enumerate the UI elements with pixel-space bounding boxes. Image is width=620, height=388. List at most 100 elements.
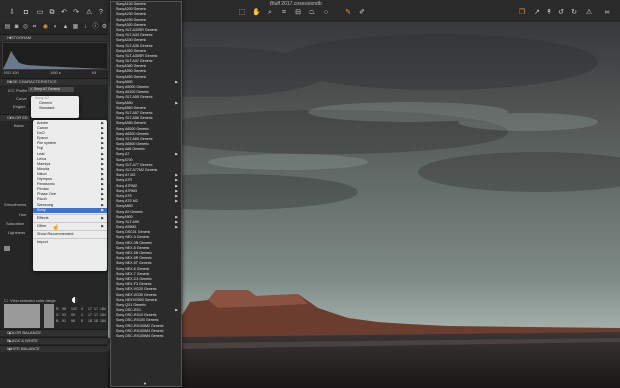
readout-value: 18 — [94, 319, 98, 323]
sony-model-label: SonyA700 — [116, 157, 133, 162]
copy-icon[interactable]: ⧉ — [48, 9, 56, 17]
output-tab-icon[interactable]: ↓ — [82, 24, 89, 31]
import-item[interactable]: Import — [33, 240, 107, 245]
undo-icon[interactable]: ↶ — [60, 9, 68, 17]
icc-profile-select[interactable]: ✓ Sony A7 Generic — [28, 87, 74, 92]
sony-model-label: Sony NEX-F3 Generic — [116, 282, 152, 287]
sony-model-label: SonyA330 Generic — [116, 38, 147, 43]
sony-model-label: Sony NEX-6 Generic — [116, 266, 150, 271]
folder-icon[interactable]: ▭ — [36, 9, 44, 17]
readout-value: 17 — [88, 313, 92, 317]
rotate-right-icon[interactable]: ↻ — [570, 9, 578, 17]
sony-model-label: SonyA850 — [116, 204, 133, 209]
sony-model-label: Sony DSC-RX100M3 Generic — [116, 328, 164, 333]
brush-tool-icon[interactable]: ✎ — [344, 9, 352, 17]
r-label: R: — [56, 307, 60, 311]
readout-value: 102 — [71, 307, 77, 311]
shutter-readout: 1/60 s — [50, 70, 61, 75]
contrast-icon[interactable] — [72, 297, 78, 303]
submenu-arrow-icon: ▶ — [101, 207, 104, 212]
camera-tab-icon[interactable]: ◙ — [13, 24, 20, 31]
exposure-tab-icon[interactable]: ◐ — [52, 24, 59, 31]
help-icon[interactable]: ? — [97, 9, 105, 17]
crop-tab-icon[interactable]: ⌗ — [31, 24, 38, 31]
sony-model-label: SonyA900 — [116, 214, 133, 219]
reset-icon[interactable]: ↟ — [545, 9, 553, 17]
curve-option[interactable]: Standard — [31, 106, 79, 111]
readout-value: 184 — [100, 319, 106, 323]
glasses-icon[interactable]: ∞ — [603, 9, 611, 17]
make-item-other[interactable]: Other ▶ — [33, 224, 107, 229]
settings-tab-icon[interactable]: ⚙ — [101, 24, 108, 31]
sony-model-label: Sony NEX-VG20 Generic — [116, 287, 157, 292]
details-tab-icon[interactable]: ▲ — [62, 24, 69, 31]
color-chip[interactable] — [4, 246, 10, 251]
after-color-swatch — [44, 304, 54, 328]
library-tab-icon[interactable]: ▤ — [4, 24, 11, 31]
sony-model-label: Sony DSC-RX10 Generic — [116, 313, 157, 318]
sony-model-label: Sony NEXVG900 Generic — [116, 297, 158, 302]
pan-tool-icon[interactable]: ✋ — [252, 9, 261, 17]
sony-model-label: Sony NEX-7 Generic — [116, 271, 150, 276]
copy-apply-icon[interactable]: ↗ — [533, 9, 541, 17]
rotate-left-icon[interactable]: ↺ — [557, 9, 565, 17]
cursor-tool-icon[interactable]: ⬚ — [238, 9, 246, 17]
show-recommended-item[interactable]: Show Recommended — [33, 232, 107, 237]
sony-model-label: SonyA560 Generic — [116, 105, 147, 110]
scroll-down-arrow-icon[interactable]: ▼ — [143, 381, 147, 386]
sony-model-label: Sony A99M2 — [116, 225, 137, 230]
sony-model-label: Sony DSC-RX100M4 Generic — [116, 334, 164, 338]
compare-icon[interactable]: ⚠ — [585, 9, 593, 17]
make-item-sony[interactable]: Sony ▶ — [33, 207, 107, 213]
photo-viewer[interactable] — [108, 22, 620, 388]
view-selected-checkbox[interactable]: ☐ — [4, 298, 8, 303]
sony-model-label: Sony NEX-5 Generic — [116, 245, 150, 250]
crop-tool-icon[interactable]: ⌗ — [280, 9, 288, 17]
lens-tab-icon[interactable]: ◎ — [22, 24, 29, 31]
readout-value: 99 — [71, 313, 75, 317]
sony-model-label: Sony SLT-A57 Generic — [116, 110, 153, 115]
g-label: G: — [56, 313, 60, 317]
histogram-curve — [3, 51, 107, 69]
sony-model-label: SonyA500 — [116, 79, 133, 84]
b-label: B: — [56, 319, 60, 323]
sony-model-label: Sony A6500 Generic — [116, 142, 149, 147]
sony-model-label: Sony SLT-A35 Generic — [116, 43, 153, 48]
sony-model-label: SonyA350 Generic — [116, 48, 147, 53]
layers-icon[interactable]: ❐ — [518, 9, 526, 17]
color-tab-icon[interactable]: ◉ — [42, 24, 49, 31]
sony-model-label: SonyA200 Generic — [116, 7, 147, 12]
straighten-tool-icon[interactable]: ⊟ — [294, 9, 302, 17]
sony-model-label: Sony SLT-A77M2 Generic — [116, 168, 158, 172]
curve-label: Curve — [16, 96, 27, 101]
color-balance-header[interactable]: ▶ COLOR BALANCE — [0, 329, 108, 336]
sony-model-label: Sony NEX-VG30 Generic — [116, 292, 157, 297]
make-item-effects[interactable]: Effects ▶ — [33, 216, 107, 221]
black-white-header[interactable]: ▶ BLACK & WHITE — [0, 337, 108, 344]
white-balance-header[interactable]: ▶ WHITE BALANCE — [0, 345, 108, 352]
camera-icon[interactable]: ◘ — [22, 9, 30, 17]
sony-model-label: Sony SLT-A33SR Generic — [116, 27, 158, 32]
import-icon[interactable]: ⇩ — [8, 9, 16, 17]
sony-model-label: Sony SLT-A35SR Generic — [116, 53, 158, 58]
zoom-tool-icon[interactable]: ⌕ — [266, 9, 274, 17]
local-tab-icon[interactable]: ▦ — [72, 24, 79, 31]
histogram-graph — [2, 42, 108, 70]
base-characteristics-header[interactable]: ▼ BASE CHARACTERISTICS — [0, 78, 108, 85]
basic-tab-label[interactable]: Basic — [14, 123, 24, 128]
sony-models-menu: SonyA100 Generic SonyA200 Generic SonyA230… — [110, 1, 182, 387]
picker-tool-icon[interactable]: ✐ — [358, 9, 366, 17]
sony-model-label: Sony A5000 Generic — [116, 85, 149, 89]
color-editor-header[interactable]: ▼ COLOR ED — [0, 114, 30, 121]
sony-model-label: Sony A5100 Generic — [116, 90, 149, 95]
keystone-tool-icon[interactable]: ⏢ — [308, 9, 316, 17]
sony-model-item[interactable]: Sony DSC-RX100M4 Generic — [111, 334, 181, 339]
readout-value: 184 — [100, 313, 106, 317]
meta-tab-icon[interactable]: ⓘ — [92, 24, 99, 31]
histogram-section-header[interactable]: ▼ HISTOGRAM — [0, 34, 108, 41]
spot-removal-icon[interactable]: ○ — [322, 9, 330, 17]
sony-model-label: SonyA450 Generic — [116, 74, 147, 79]
redo-icon[interactable]: ↷ — [72, 9, 80, 17]
hue-label: Hue — [19, 212, 27, 217]
warning-icon[interactable]: ⚠ — [85, 9, 93, 17]
